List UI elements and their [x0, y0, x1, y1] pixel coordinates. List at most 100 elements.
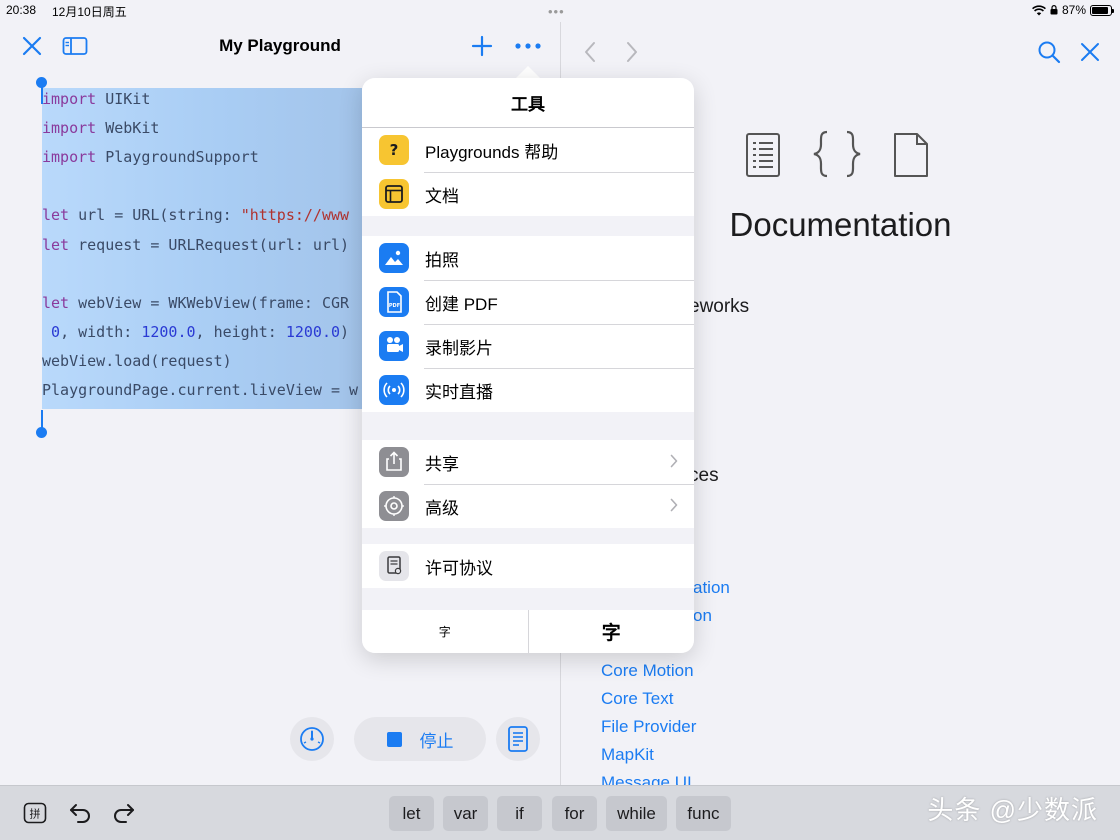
code-line: let webView = WKWebView(frame: CGR	[42, 294, 362, 314]
code-line: let url = URL(string: "https://www	[42, 206, 362, 226]
code-text: url = URL(string:	[69, 206, 241, 225]
increase-font-button[interactable]: 字	[529, 610, 695, 653]
font-size-control: 字 字	[362, 610, 694, 653]
code-line: let request = URLRequest(url: url)	[42, 236, 362, 256]
tools-popover: 工具 ? Playgrounds 帮助 文档 拍照 PDF 创建 PDF 录制影片 实时直播共…	[362, 78, 694, 653]
menu-item-photo[interactable]: 拍照	[362, 236, 694, 280]
code-line: PlaygroundPage.current.liveView = w	[42, 381, 362, 401]
code-text: , width:	[60, 322, 142, 341]
results-viewer-button[interactable]	[496, 717, 540, 761]
code-string: "https://www	[240, 206, 350, 225]
multitasking-dots-icon[interactable]: •••	[548, 4, 565, 19]
menu-item-label: 创建 PDF	[425, 294, 498, 314]
menu-item-help[interactable]: ? Playgrounds 帮助	[362, 128, 694, 172]
menu-item-label: 实时直播	[425, 382, 493, 402]
menu-item-label: 录制影片	[425, 338, 493, 358]
code-line: 0, width: 1200.0, height: 1200.0)	[42, 323, 362, 343]
code-text: PlaygroundPage.current.liveView = w	[42, 381, 359, 399]
code-keyword: import	[42, 90, 97, 108]
doc-link-core-text[interactable]: Core Text	[601, 689, 673, 709]
doc-link-fragment[interactable]: ation	[693, 578, 730, 598]
video-camera-icon	[379, 331, 409, 361]
key-func[interactable]: func	[676, 796, 731, 831]
doc-link-file-provider[interactable]: File Provider	[601, 717, 696, 737]
document-panel-icon	[379, 179, 409, 209]
code-line: import PlaygroundSupport	[42, 148, 362, 168]
code-keyword: let	[42, 293, 70, 312]
code-number: 0	[51, 322, 61, 341]
selection-handle-end[interactable]	[36, 427, 47, 438]
stop-icon	[386, 731, 402, 747]
code-text: , height:	[195, 322, 286, 341]
battery-icon	[1090, 4, 1114, 16]
code-text: webView = WKWebView(frame: CGR	[69, 293, 350, 312]
code-keyword: let	[42, 206, 70, 225]
redo-icon[interactable]	[110, 800, 138, 826]
code-text: WebKit	[96, 119, 160, 138]
back-chevron-icon[interactable]	[579, 40, 601, 64]
status-indicators: 87%	[1032, 3, 1114, 17]
add-icon[interactable]	[468, 34, 496, 58]
pdf-icon: PDF	[379, 287, 409, 317]
orientation-lock-icon	[1050, 5, 1058, 15]
key-var[interactable]: var	[443, 796, 488, 831]
chevron-right-icon	[670, 498, 678, 512]
key-while[interactable]: while	[606, 796, 667, 831]
share-icon	[379, 447, 409, 477]
close-icon[interactable]	[18, 34, 46, 58]
code-keyword: let	[42, 235, 70, 254]
code-number: 1200.0	[141, 322, 196, 341]
selection-handle-start[interactable]	[36, 77, 47, 88]
svg-text:PDF: PDF	[389, 303, 400, 309]
menu-item-label: Playgrounds 帮助	[425, 142, 559, 162]
input-method-icon[interactable]: 拼	[22, 800, 48, 826]
menu-item-advanced[interactable]: 高级	[362, 484, 694, 528]
menu-item-license[interactable]: 许可协议	[362, 544, 694, 588]
editor-nav-bar: My Playground	[0, 22, 560, 70]
menu-item-record[interactable]: 录制影片	[362, 324, 694, 368]
stop-label: 停止	[419, 731, 454, 751]
code-text: request = URLRequest(url: url)	[69, 235, 350, 254]
code-line: import UIKit	[42, 90, 362, 110]
key-let[interactable]: let	[389, 796, 434, 831]
braces-icon	[813, 130, 861, 178]
menu-item-docs[interactable]: 文档	[362, 172, 694, 216]
key-if[interactable]: if	[497, 796, 542, 831]
status-bar: 20:38 12月10日周五 ••• 87%	[0, 0, 1120, 22]
undo-icon[interactable]	[66, 800, 94, 826]
keyboard-shortcut-bar: 拼 let var if for while func 头条 @少数派	[0, 785, 1120, 840]
forward-chevron-icon[interactable]	[621, 40, 643, 64]
doc-link-fragment[interactable]: on	[693, 606, 712, 626]
menu-item-pdf[interactable]: PDF 创建 PDF	[362, 280, 694, 324]
watermark: 头条 @少数派	[927, 795, 1098, 825]
run-controls: 停止	[0, 717, 560, 767]
step-speed-button[interactable]	[290, 717, 334, 761]
decrease-font-button[interactable]: 字	[362, 610, 528, 653]
selection-caret-end	[41, 410, 43, 428]
code-line: webView.load(request)	[42, 352, 362, 372]
photo-icon	[379, 243, 409, 273]
results-icon	[508, 726, 528, 752]
question-icon: ?	[379, 135, 409, 165]
close-docs-icon[interactable]	[1077, 38, 1103, 66]
code-keyword: import	[42, 148, 97, 167]
doc-link-mapkit[interactable]: MapKit	[601, 745, 654, 765]
search-icon[interactable]	[1035, 38, 1063, 66]
menu-item-live[interactable]: 实时直播	[362, 368, 694, 412]
code-text: PlaygroundSupport	[96, 148, 259, 167]
wifi-icon	[1032, 4, 1046, 15]
list-document-icon	[746, 133, 780, 177]
doc-link-core-motion[interactable]: Core Motion	[601, 661, 694, 681]
menu-item-label: 文档	[425, 186, 459, 206]
key-for[interactable]: for	[552, 796, 597, 831]
blank-file-icon	[894, 133, 928, 177]
menu-item-share[interactable]: 共享	[362, 440, 694, 484]
stop-button[interactable]: 停止	[354, 717, 486, 761]
more-options-icon[interactable]	[512, 34, 544, 58]
menu-item-label: 许可协议	[425, 558, 493, 578]
sidebar-toggle-icon[interactable]	[60, 34, 90, 58]
code-line: import WebKit	[42, 119, 362, 139]
doc-link-message-ui[interactable]: Message UI	[601, 773, 692, 785]
battery-percent: 87%	[1061, 3, 1086, 17]
